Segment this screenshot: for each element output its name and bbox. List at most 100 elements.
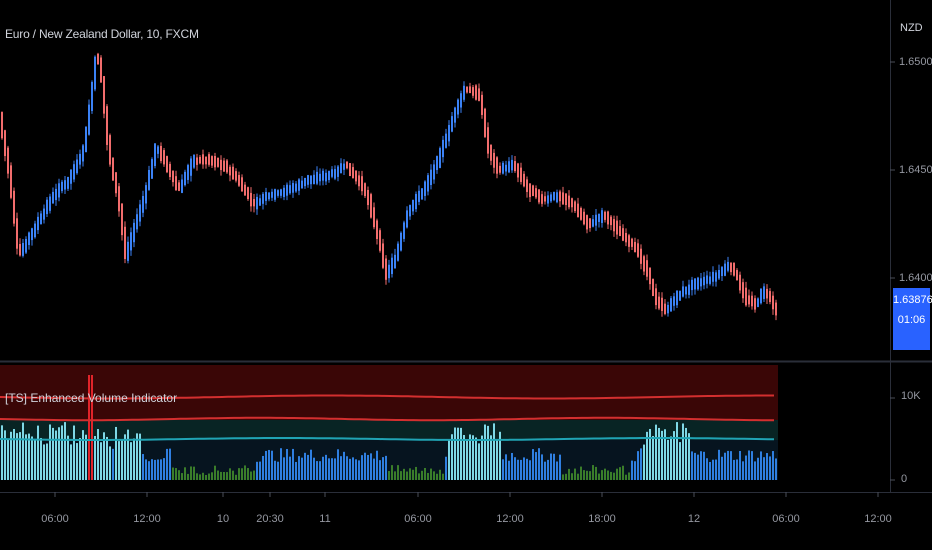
candle-body xyxy=(571,198,573,208)
volume-bar xyxy=(43,444,45,480)
volume-bar xyxy=(82,430,84,480)
indicator-title[interactable]: [TS] Enhanced Volume Indicator xyxy=(5,391,177,405)
candle-body xyxy=(727,261,729,271)
volume-bar xyxy=(694,452,696,480)
candle-body xyxy=(295,183,297,192)
candle-body xyxy=(247,187,249,200)
volume-bar xyxy=(604,468,606,480)
volume-bar xyxy=(619,467,621,480)
volume-bar xyxy=(154,459,156,480)
candle-body xyxy=(562,192,564,205)
symbol-title[interactable]: Euro / New Zealand Dollar, 10, FXCM xyxy=(5,27,199,41)
candle-body xyxy=(427,175,429,192)
candle-body xyxy=(418,190,420,202)
volume-bar xyxy=(79,438,81,480)
volume-bar xyxy=(400,471,402,480)
volume-bar xyxy=(199,474,201,480)
candle-body xyxy=(772,295,774,310)
candle-body xyxy=(556,192,558,203)
candle-body xyxy=(385,258,387,280)
volume-bar xyxy=(340,456,342,480)
candle-body xyxy=(175,176,177,191)
time-label: 06:00 xyxy=(772,513,800,525)
volume-bar xyxy=(487,425,489,480)
candle-body xyxy=(67,176,69,189)
candle-body xyxy=(286,184,288,196)
volume-bar xyxy=(166,448,168,480)
candle-body xyxy=(100,57,102,83)
volume-bar xyxy=(667,439,669,480)
candle-body xyxy=(508,161,510,173)
candle-body xyxy=(1,112,3,139)
candle-body xyxy=(409,205,411,217)
volume-bar xyxy=(598,473,600,480)
candle-body xyxy=(673,296,675,306)
candle-body xyxy=(616,220,618,235)
volume-bar xyxy=(718,449,720,480)
volume-bar xyxy=(544,461,546,480)
volume-bar xyxy=(145,459,147,480)
volume-bar xyxy=(547,459,549,480)
volume-bar xyxy=(508,460,510,480)
volume-bar xyxy=(751,451,753,480)
volume-bar xyxy=(637,451,639,480)
price-pane[interactable] xyxy=(0,0,890,360)
volume-bar xyxy=(403,468,405,480)
candle-body xyxy=(271,191,273,198)
candle-body xyxy=(103,76,105,114)
volume-bar xyxy=(67,435,69,480)
candle-body xyxy=(250,192,252,207)
candle-body xyxy=(106,106,108,145)
volume-bar xyxy=(640,448,642,480)
volume-bar xyxy=(763,457,765,480)
candle-body xyxy=(445,133,447,148)
candle-body xyxy=(658,296,660,309)
candle-body xyxy=(133,222,135,243)
candle-body xyxy=(382,243,384,268)
candle-body xyxy=(187,165,189,180)
volume-bar xyxy=(250,471,252,480)
volume-bar xyxy=(742,461,744,480)
volume-bar xyxy=(532,449,534,480)
volume-bar xyxy=(34,439,36,480)
candle-body xyxy=(268,192,270,200)
volume-bar xyxy=(496,439,498,480)
candle-body xyxy=(619,226,621,237)
volume-bar xyxy=(304,452,306,480)
candle-body xyxy=(463,85,465,100)
candle-body xyxy=(172,170,174,183)
candle-body xyxy=(604,211,606,220)
candle-body xyxy=(532,185,534,197)
time-label: 12:00 xyxy=(133,513,161,525)
volume-bar xyxy=(172,467,174,480)
currency-label[interactable]: NZD xyxy=(900,22,923,34)
volume-bar xyxy=(328,458,330,480)
candle-body xyxy=(601,210,603,223)
volume-bar xyxy=(118,441,120,480)
candle-body xyxy=(373,207,375,228)
volume-bar xyxy=(355,459,357,480)
candle-body xyxy=(214,156,216,168)
volume-bar xyxy=(406,471,408,480)
volume-bar xyxy=(592,465,594,480)
volume-bar xyxy=(211,472,213,480)
candle-body xyxy=(52,191,54,204)
volume-bar xyxy=(469,434,471,480)
volume-bar xyxy=(682,423,684,480)
candle-body xyxy=(370,194,372,218)
volume-bar xyxy=(550,453,552,480)
chart-canvas[interactable] xyxy=(0,0,932,550)
candle-body xyxy=(760,288,762,304)
candle-body xyxy=(304,177,306,187)
candle-body xyxy=(700,278,702,287)
volume-bar xyxy=(721,456,723,480)
candle-body xyxy=(298,179,300,191)
volume-bar xyxy=(64,422,66,480)
candle-body xyxy=(517,163,519,178)
volume-bar xyxy=(514,457,516,480)
candle-body xyxy=(403,222,405,239)
volume-bar xyxy=(316,461,318,480)
candle-body xyxy=(130,232,132,251)
volume-bar xyxy=(589,471,591,480)
candle-body xyxy=(331,169,333,177)
